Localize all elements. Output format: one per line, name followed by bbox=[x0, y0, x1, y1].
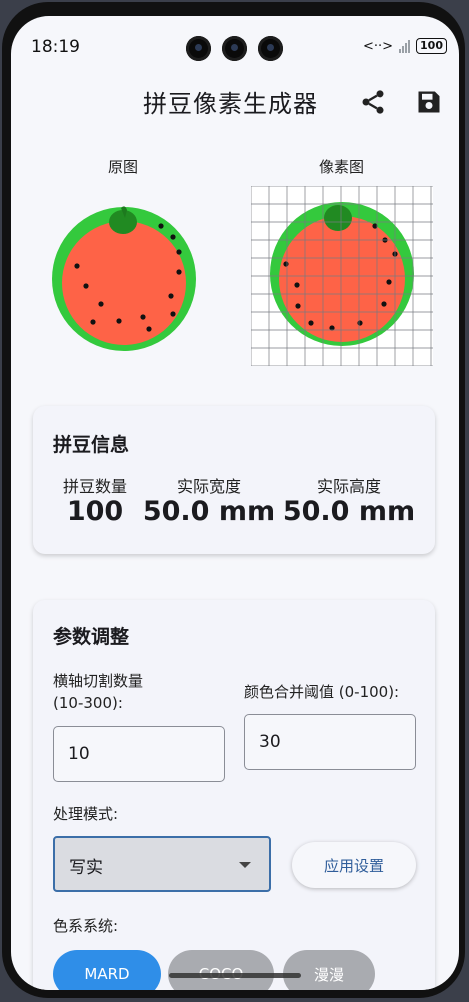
cut-count-input[interactable]: 10 bbox=[53, 726, 225, 782]
palette-chip-manman[interactable]: 漫漫 bbox=[283, 950, 375, 990]
battery-icon: 100 bbox=[416, 38, 447, 54]
status-icons: <··> 100 bbox=[363, 38, 447, 54]
palette-chip-mard[interactable]: MARD bbox=[53, 950, 161, 990]
bead-info-title: 拼豆信息 bbox=[53, 434, 130, 456]
bead-info-card: 拼豆信息 拼豆数量 实际宽度 实际高度 100 50.0 mm 50.0 mm bbox=[33, 406, 435, 554]
app-bar: 拼豆像素生成器 bbox=[11, 76, 459, 126]
home-indicator bbox=[169, 973, 301, 978]
stat-label-width: 实际宽度 bbox=[176, 477, 241, 496]
merge-threshold-input[interactable]: 30 bbox=[244, 714, 416, 770]
app-title: 拼豆像素生成器 bbox=[143, 90, 318, 118]
phone-frame: 18:19 <··> 100 拼豆像素生成器 原图 像素图 拼豆信息 拼豆数量 … bbox=[2, 2, 465, 998]
camera-icon bbox=[258, 36, 283, 61]
apply-settings-button[interactable]: 应用设置 bbox=[292, 842, 416, 888]
stat-value-height: 50.0 mm bbox=[282, 496, 416, 527]
stat-label-height: 实际高度 bbox=[316, 477, 381, 496]
link-icon: <··> bbox=[362, 38, 394, 54]
status-bar: 18:19 <··> 100 bbox=[11, 16, 459, 62]
pixel-image bbox=[251, 186, 433, 366]
camera-icon bbox=[186, 36, 211, 61]
share-icon[interactable] bbox=[359, 88, 387, 116]
app-screen: 18:19 <··> 100 拼豆像素生成器 原图 像素图 拼豆信息 拼豆数量 … bbox=[11, 16, 459, 990]
stat-label-count: 拼豆数量 bbox=[62, 477, 127, 496]
palette-chip-coco[interactable]: COCO bbox=[168, 950, 274, 990]
mode-label: 处理模式: bbox=[53, 805, 119, 823]
stat-value-width: 50.0 mm bbox=[142, 496, 276, 527]
mode-select-value: 写实 bbox=[69, 858, 103, 878]
original-image-label: 原图 bbox=[108, 158, 139, 176]
camera-icon bbox=[222, 36, 247, 61]
merge-threshold-label: 颜色合并阈值 (0-100): bbox=[244, 683, 400, 701]
stat-value-count: 100 bbox=[66, 496, 124, 527]
params-title: 参数调整 bbox=[53, 626, 130, 648]
mode-select[interactable]: 写实 bbox=[53, 836, 271, 892]
palette-label: 色系系统: bbox=[53, 917, 119, 935]
cut-count-label: 横轴切割数量 (10-300): bbox=[53, 672, 144, 712]
pixel-image-label: 像素图 bbox=[319, 158, 365, 176]
save-icon[interactable] bbox=[415, 88, 443, 116]
status-time: 18:19 bbox=[31, 37, 80, 57]
dropdown-arrow-icon bbox=[239, 862, 251, 868]
signal-icon bbox=[399, 39, 411, 53]
original-image bbox=[52, 206, 196, 351]
